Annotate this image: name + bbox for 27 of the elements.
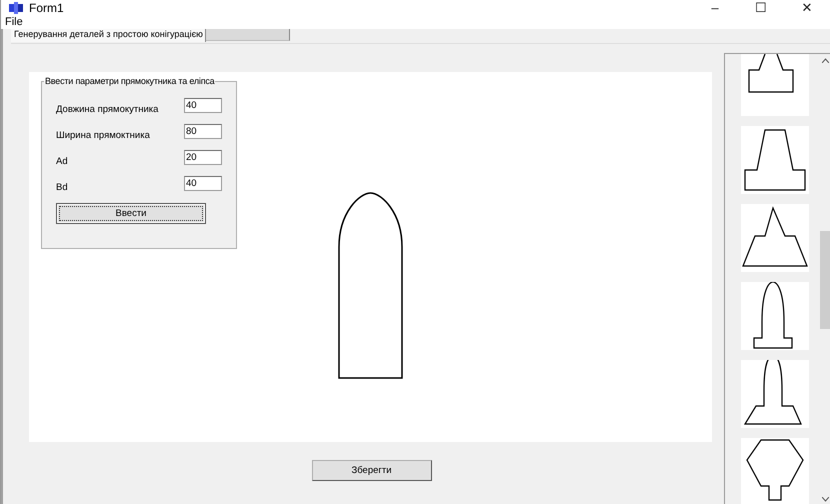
window-title: Form1 — [29, 0, 65, 14]
trapezoid-shape-icon[interactable] — [740, 126, 808, 194]
enter-button[interactable]: Ввести — [56, 203, 206, 224]
input-field[interactable]: 40 — [184, 176, 222, 191]
minimize-button[interactable]: – — [692, 0, 738, 15]
scrollbar-thumb[interactable] — [820, 231, 830, 329]
field-label: Ширина прямоктника — [56, 130, 150, 141]
tab[interactable]: Генерування деталей з простою конігурацією — [11, 29, 206, 42]
maximize-button[interactable]: ☐ — [738, 0, 784, 15]
scroll-down-icon[interactable] — [822, 497, 828, 502]
menu-item[interactable]: File — [5, 15, 23, 29]
field-label: Ad — [56, 156, 68, 167]
save-button[interactable]: Зберегти — [312, 460, 432, 480]
close-button[interactable]: ✕ — [784, 0, 830, 15]
triangle-shape-icon[interactable] — [740, 204, 808, 272]
input-field[interactable]: 20 — [184, 150, 222, 165]
hexagon-shape-icon[interactable] — [740, 438, 808, 504]
arch-shape-icon[interactable] — [740, 282, 808, 350]
input-field[interactable]: 40 — [184, 98, 222, 113]
arch-shape-icon[interactable] — [740, 360, 808, 428]
input-field[interactable]: 80 — [184, 124, 222, 139]
app-icon — [9, 2, 23, 14]
field-label: Bd — [56, 182, 68, 193]
scroll-up-icon[interactable] — [822, 58, 828, 63]
group-title: Ввести параметри прямокутника та еліпса — [44, 76, 216, 86]
trapezoid-shape-icon[interactable] — [740, 54, 808, 116]
field-label: Довжина прямокутника — [56, 104, 158, 115]
